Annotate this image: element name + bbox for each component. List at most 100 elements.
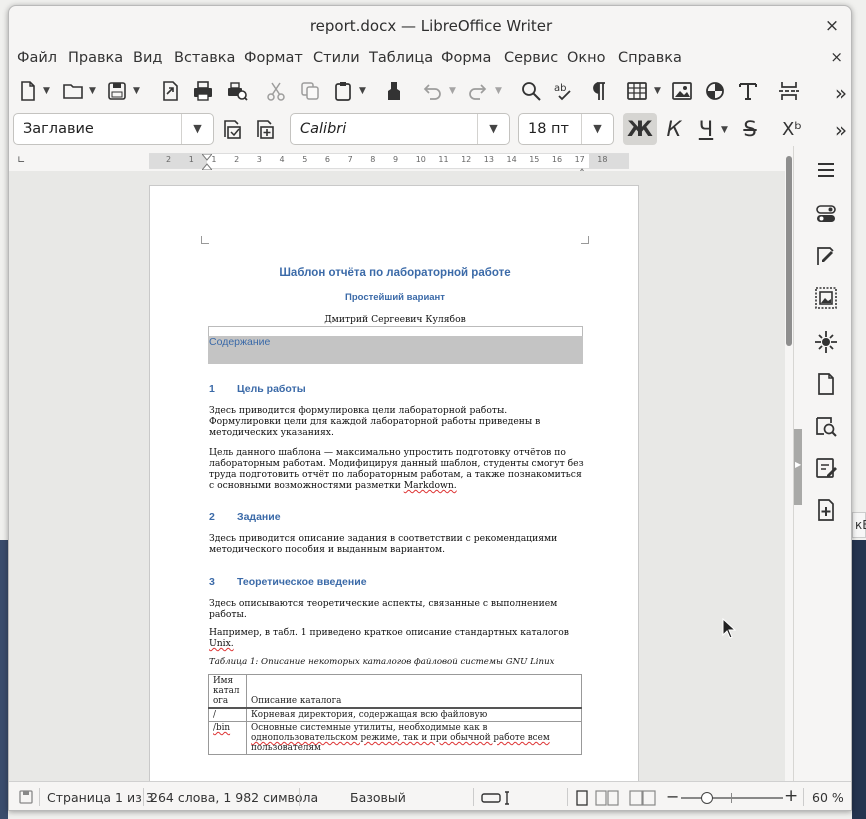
menu-table[interactable]: Таблица bbox=[369, 50, 433, 66]
menu-styles[interactable]: Стили bbox=[313, 50, 360, 66]
sidebar-menu-icon[interactable] bbox=[814, 158, 838, 182]
menu-window[interactable]: Окно bbox=[567, 50, 606, 66]
page-count[interactable]: Страница 1 из 3 bbox=[47, 790, 154, 805]
right-indent-marker-icon[interactable] bbox=[576, 161, 588, 177]
style-inspector-icon[interactable] bbox=[814, 414, 838, 438]
properties-icon[interactable] bbox=[814, 202, 838, 226]
font-name-select[interactable]: Calibri ▼ bbox=[290, 113, 510, 145]
table-header-cell[interactable]: Имя катал ога bbox=[208, 674, 247, 709]
chevron-down-icon[interactable]: ▼ bbox=[495, 86, 502, 96]
new-document-icon[interactable] bbox=[15, 77, 41, 105]
table-cell[interactable]: Основные системные утилиты, необходимые … bbox=[246, 721, 582, 755]
insert-table-icon[interactable] bbox=[623, 77, 651, 105]
open-folder-icon[interactable] bbox=[59, 77, 87, 105]
chevron-down-icon[interactable]: ▼ bbox=[89, 86, 96, 96]
toolbar-overflow-button[interactable]: » bbox=[833, 79, 849, 107]
underline-button[interactable]: Ч bbox=[693, 115, 719, 143]
document-close-button[interactable]: × bbox=[830, 48, 843, 66]
chevron-down-icon[interactable]: ▼ bbox=[133, 86, 140, 96]
chevron-down-icon[interactable]: ▼ bbox=[181, 114, 213, 144]
chevron-down-icon[interactable]: ▼ bbox=[449, 86, 456, 96]
book-view-icon[interactable] bbox=[629, 790, 657, 806]
gallery-icon[interactable] bbox=[814, 286, 838, 310]
status-separator bbox=[39, 788, 40, 806]
manage-changes-icon[interactable] bbox=[814, 456, 838, 480]
zoom-out-button[interactable]: − bbox=[666, 787, 679, 806]
find-replace-icon[interactable] bbox=[518, 77, 544, 105]
styles-icon[interactable] bbox=[814, 244, 838, 268]
multi-page-view-icon[interactable] bbox=[595, 790, 619, 806]
table-cell[interactable]: / bbox=[208, 707, 247, 722]
misspelled-word[interactable]: Unix. bbox=[209, 638, 234, 649]
vertical-scrollbar-thumb[interactable] bbox=[786, 156, 792, 346]
menu-insert[interactable]: Вставка bbox=[174, 50, 235, 66]
cut-icon[interactable] bbox=[263, 77, 289, 105]
insert-page-break-icon[interactable] bbox=[775, 77, 803, 105]
background-window-tab[interactable]: кВ bbox=[852, 512, 866, 538]
page-icon[interactable] bbox=[814, 372, 838, 396]
menu-form[interactable]: Форма bbox=[441, 50, 491, 66]
chevron-down-icon[interactable]: ▼ bbox=[43, 86, 50, 96]
new-style-icon[interactable] bbox=[253, 115, 279, 143]
document-page[interactable]: Шаблон отчёта по лабораторной работе Про… bbox=[149, 185, 639, 781]
insert-chart-icon[interactable] bbox=[702, 77, 728, 105]
page-style[interactable]: Базовый bbox=[350, 790, 406, 805]
chevron-down-icon[interactable]: ▼ bbox=[721, 125, 728, 135]
italic-button[interactable]: К bbox=[661, 115, 687, 143]
word-count[interactable]: 264 слова, 1 982 символа bbox=[150, 790, 318, 805]
paragraph-line: методического пособия и выданным вариант… bbox=[209, 544, 446, 555]
zoom-slider-track[interactable] bbox=[681, 797, 783, 799]
zoom-slider-handle[interactable] bbox=[700, 792, 713, 804]
menu-file[interactable]: Файл bbox=[17, 50, 57, 66]
design-icon[interactable] bbox=[814, 498, 838, 522]
insert-image-icon[interactable] bbox=[669, 77, 695, 105]
table-header-cell[interactable]: Описание каталога bbox=[246, 674, 582, 709]
section-number: 1 bbox=[209, 383, 215, 395]
bold-button[interactable]: Ж bbox=[623, 113, 657, 145]
ruler-tick-label: 6 bbox=[324, 155, 330, 164]
text-cursor-icon[interactable] bbox=[481, 790, 511, 806]
ruler-tick-label: 10 bbox=[415, 155, 426, 164]
font-size-select[interactable]: 18 пт ▼ bbox=[518, 113, 614, 145]
table-cell[interactable]: /bin bbox=[208, 721, 247, 755]
document-canvas[interactable]: Шаблон отчёта по лабораторной работе Про… bbox=[9, 171, 785, 781]
toolbar-overflow-button[interactable]: » bbox=[833, 116, 849, 144]
redo-icon[interactable] bbox=[465, 77, 491, 105]
paragraph-style-select[interactable]: Заглавие ▼ bbox=[13, 113, 214, 145]
chevron-down-icon[interactable]: ▼ bbox=[359, 86, 366, 96]
navigator-icon[interactable] bbox=[814, 330, 838, 354]
save-icon[interactable] bbox=[103, 77, 131, 105]
table-cell[interactable]: Корневая директория, содержащая всю файл… bbox=[246, 707, 582, 722]
print-icon[interactable] bbox=[189, 77, 217, 105]
copy-icon[interactable] bbox=[297, 77, 323, 105]
menu-view[interactable]: Вид bbox=[133, 50, 162, 66]
document-modified-icon[interactable] bbox=[18, 789, 34, 805]
paste-icon[interactable] bbox=[329, 77, 357, 105]
spelling-icon[interactable]: ab bbox=[551, 77, 577, 105]
tab-stop-icon[interactable]: ∟ bbox=[17, 155, 25, 166]
strikethrough-button[interactable]: S bbox=[737, 115, 763, 143]
single-page-view-icon[interactable] bbox=[576, 790, 588, 806]
misspelled-word[interactable]: /bin bbox=[213, 723, 230, 733]
menu-format[interactable]: Формат bbox=[244, 50, 303, 66]
undo-icon[interactable] bbox=[419, 77, 445, 105]
indent-marker-icon[interactable] bbox=[200, 153, 214, 171]
superscript-button[interactable]: Xᵇ bbox=[777, 115, 807, 143]
chevron-down-icon[interactable]: ▼ bbox=[581, 114, 613, 144]
menu-tools[interactable]: Сервис bbox=[504, 50, 558, 66]
zoom-in-button[interactable]: + bbox=[784, 786, 798, 806]
update-style-icon[interactable] bbox=[220, 115, 246, 143]
export-pdf-icon[interactable] bbox=[156, 77, 184, 105]
chevron-down-icon[interactable]: ▼ bbox=[477, 114, 509, 144]
insert-textbox-icon[interactable] bbox=[735, 77, 761, 105]
print-preview-icon[interactable] bbox=[223, 77, 251, 105]
menu-help[interactable]: Справка bbox=[618, 50, 682, 66]
misspelled-word[interactable]: Markdown. bbox=[404, 480, 457, 491]
clone-formatting-icon[interactable] bbox=[381, 77, 407, 105]
menu-edit[interactable]: Правка bbox=[68, 50, 123, 66]
formatting-marks-icon[interactable] bbox=[585, 77, 611, 105]
directories-table[interactable]: Имя катал ога Описание каталога / Корневая… bbox=[208, 674, 582, 755]
window-close-button[interactable]: × bbox=[823, 17, 841, 35]
chevron-down-icon[interactable]: ▼ bbox=[654, 86, 661, 96]
zoom-level[interactable]: 60 % bbox=[812, 790, 844, 805]
